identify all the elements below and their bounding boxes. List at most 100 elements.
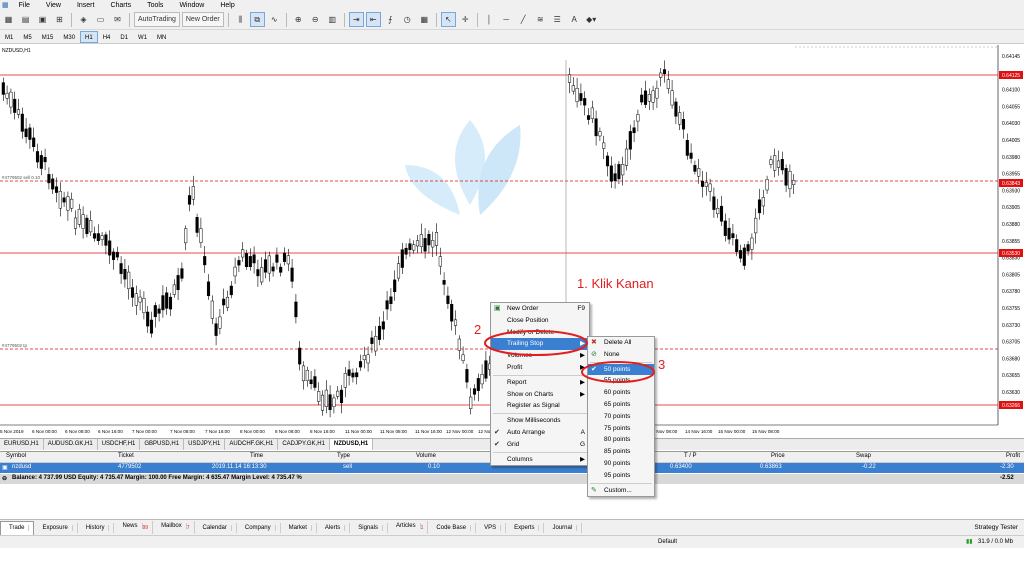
menu-item-95-points[interactable]: 95 points	[588, 470, 654, 482]
trendline-icon[interactable]: ╱	[516, 12, 531, 27]
line-chart-icon[interactable]: ∿	[267, 12, 282, 27]
chart-tab[interactable]: EURUSD,H1	[0, 439, 44, 450]
terminal-tab-news[interactable]: News 99	[114, 521, 154, 534]
timeframe-h4[interactable]: H4	[98, 31, 116, 43]
terminal-tab-exposure[interactable]: Exposure	[34, 522, 78, 533]
menu-help[interactable]: Help	[212, 2, 242, 9]
timeframe-d1[interactable]: D1	[115, 31, 133, 43]
horizontal-line-icon[interactable]: ─	[499, 12, 514, 27]
timeframe-m30[interactable]: M30	[58, 31, 80, 43]
strategy-tester-tab[interactable]: Strategy Tester	[974, 524, 1018, 531]
app-icon[interactable]: ▦	[0, 1, 11, 9]
timeframe-m1[interactable]: M1	[0, 31, 18, 43]
col-ticket[interactable]: Ticket	[118, 453, 134, 459]
terminal-tab-experts[interactable]: Experts	[506, 522, 545, 533]
terminal-tab-signals[interactable]: Signals	[350, 522, 388, 533]
cursor-icon[interactable]: ↖	[440, 12, 456, 27]
menu-item-75-points[interactable]: 75 points	[588, 423, 654, 435]
new-order-button[interactable]: New Order	[181, 12, 224, 27]
menu-item-volumes[interactable]: Volumes ▶	[491, 350, 589, 362]
terminal-tab-articles[interactable]: Articles 1	[388, 521, 429, 534]
zoom-out-icon[interactable]: ⊖	[308, 12, 323, 27]
navigator-icon[interactable]: ◈	[76, 12, 91, 27]
templates-icon[interactable]: ▦	[417, 12, 432, 27]
data-window-icon[interactable]: ⊞	[52, 12, 67, 27]
menu-item-50-points[interactable]: ✔ 50 points	[588, 363, 654, 376]
tester-icon[interactable]: ✉	[110, 12, 125, 27]
menu-item-65-points[interactable]: 65 points	[588, 399, 654, 411]
col-symbol[interactable]: Symbol	[6, 453, 26, 459]
fibonacci-icon[interactable]: ☰	[550, 12, 565, 27]
timeframe-h1[interactable]: H1	[80, 30, 98, 43]
tile-windows-icon[interactable]: ▥	[325, 12, 340, 27]
terminal-tab-vps[interactable]: VPS	[476, 522, 507, 533]
timeframe-mn[interactable]: MN	[152, 31, 171, 43]
terminal-tab-mailbox[interactable]: Mailbox 7	[153, 521, 195, 534]
menu-item-columns[interactable]: Columns ▶	[491, 454, 589, 466]
menu-file[interactable]: File	[11, 2, 38, 9]
menu-item-auto-arrange[interactable]: ✔ Auto Arrange A	[491, 427, 589, 439]
terminal-tab-code-base[interactable]: Code Base	[428, 522, 477, 533]
menu-view[interactable]: View	[38, 2, 69, 9]
market-watch-icon[interactable]: ▣	[35, 12, 50, 27]
terminal-tab-alerts[interactable]: Alerts	[317, 522, 351, 533]
menu-item-custom-[interactable]: ✎ Custom...	[588, 485, 654, 497]
menu-item-90-points[interactable]: 90 points	[588, 458, 654, 470]
col-price[interactable]: Price	[771, 453, 785, 459]
menu-item-trailing-stop[interactable]: Trailing Stop ▶	[491, 338, 589, 351]
menu-item-report[interactable]: Report ▶	[491, 377, 589, 389]
terminal-tab-market[interactable]: Market	[281, 522, 317, 533]
menu-window[interactable]: Window	[171, 2, 212, 9]
menu-item-80-points[interactable]: 80 points	[588, 434, 654, 446]
periods-icon[interactable]: ◷	[400, 12, 415, 27]
menu-item-close-position[interactable]: Close Position	[491, 315, 589, 327]
chart-tab[interactable]: AUDCHF.GK,H1	[225, 439, 279, 450]
timeframe-w1[interactable]: W1	[133, 31, 152, 43]
chart-tab[interactable]: GBPUSD,H1	[140, 439, 185, 450]
menu-item-delete-all[interactable]: ✖ Delete All	[588, 337, 654, 349]
menu-item-60-points[interactable]: 60 points	[588, 387, 654, 399]
candlestick-icon[interactable]: ⧉	[249, 12, 265, 27]
collapse-icon[interactable]: ⊖	[2, 475, 7, 482]
menu-item-none[interactable]: ⊘ None	[588, 349, 654, 361]
chart-tab[interactable]: CADJPY.GK,H1	[278, 439, 330, 450]
bar-chart-icon[interactable]: ⫼	[233, 12, 248, 27]
menu-item-profit[interactable]: Profit ▶	[491, 362, 589, 374]
arrows-tool-icon[interactable]: ◆▾	[584, 12, 599, 27]
menu-item-70-points[interactable]: 70 points	[588, 411, 654, 423]
profiles-icon[interactable]: ▤	[18, 12, 33, 27]
new-chart-icon[interactable]: ▦	[1, 12, 16, 27]
menu-item-85-points[interactable]: 85 points	[588, 446, 654, 458]
menu-tools[interactable]: Tools	[139, 2, 171, 9]
menu-item-modify-or-delete[interactable]: Modify or Delete	[491, 327, 589, 339]
autotrading-button[interactable]: AutoTrading	[134, 12, 180, 27]
terminal-tab-journal[interactable]: Journal	[544, 522, 583, 533]
menu-charts[interactable]: Charts	[102, 2, 139, 9]
menu-insert[interactable]: Insert	[69, 2, 103, 9]
terminal-icon[interactable]: ▭	[93, 12, 108, 27]
menu-item-show-milliseconds[interactable]: Show Milliseconds	[491, 415, 589, 427]
terminal-tab-trade[interactable]: Trade	[0, 520, 35, 535]
chart-shift-icon[interactable]: ⇤	[365, 12, 381, 27]
col-volume[interactable]: Volume	[416, 453, 436, 459]
channel-icon[interactable]: ≋	[533, 12, 548, 27]
text-tool-icon[interactable]: A	[567, 12, 582, 27]
terminal-tab-company[interactable]: Company	[237, 522, 281, 533]
vertical-line-icon[interactable]: │	[482, 12, 497, 27]
chart-tab[interactable]: USDJPY,H1	[184, 439, 226, 450]
menu-item-55-points[interactable]: 55 points	[588, 375, 654, 387]
col-swap[interactable]: Swap	[856, 453, 871, 459]
autoscroll-icon[interactable]: ⇥	[348, 12, 364, 27]
menu-item-new-order[interactable]: ▣ New Order F9	[491, 303, 589, 315]
timeframe-m5[interactable]: M5	[18, 31, 36, 43]
chart-tab[interactable]: USDCHF,H1	[98, 439, 141, 450]
col-profit[interactable]: Profit	[1006, 453, 1020, 459]
terminal-tab-calendar[interactable]: Calendar	[195, 522, 237, 533]
menu-item-grid[interactable]: ✔ Grid G	[491, 439, 589, 451]
crosshair-icon[interactable]: ✛	[458, 12, 473, 27]
chart-tab[interactable]: AUDUSD.GK,H1	[44, 439, 98, 450]
terminal-tab-history[interactable]: History	[78, 522, 115, 533]
menu-item-register-as-signal[interactable]: Register as Signal	[491, 400, 589, 412]
indicators-icon[interactable]: ⨍	[383, 12, 398, 27]
menu-item-show-on-charts[interactable]: Show on Charts ▶	[491, 389, 589, 401]
